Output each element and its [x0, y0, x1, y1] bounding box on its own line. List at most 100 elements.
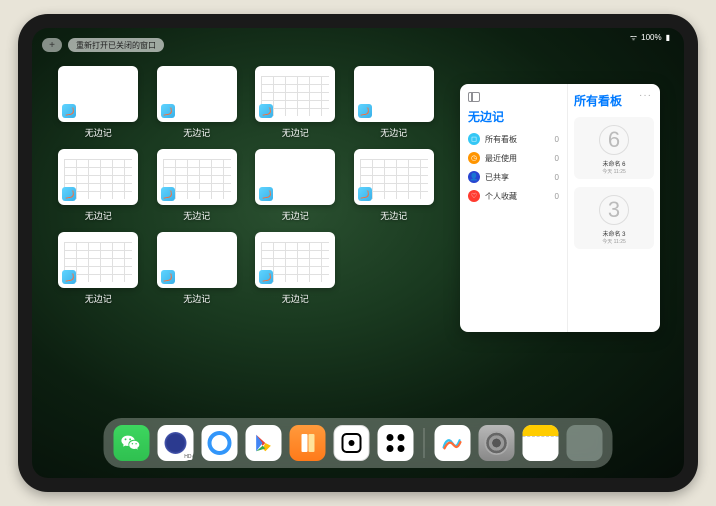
window-label: 无边记: [183, 126, 210, 139]
freeform-app-icon: [161, 104, 175, 118]
window-thumbnail: [58, 149, 138, 205]
dock-app-books[interactable]: [290, 425, 326, 461]
dock-app-wechat[interactable]: [114, 425, 150, 461]
dock-app-play[interactable]: [246, 425, 282, 461]
dock-app-dice[interactable]: [334, 425, 370, 461]
freeform-sidebar-panel: 无边记 ◻所有看板0◷最近使用0👤已共享0♡个人收藏0 ··· 所有看板 6未命…: [460, 84, 660, 332]
qqbrowser-icon: [208, 431, 232, 455]
window-thumbnail: [157, 232, 237, 288]
category-item-shared[interactable]: 👤 已共享 0: [468, 171, 559, 183]
dock-separator: [424, 428, 425, 458]
category-count: 0: [555, 192, 559, 201]
freeform-app-icon: [259, 270, 273, 284]
freeform-app-icon: [358, 104, 372, 118]
category-label: 最近使用: [485, 153, 517, 164]
panel-left: 无边记 ◻所有看板0◷最近使用0👤已共享0♡个人收藏0: [460, 84, 568, 332]
board-preview: 6: [599, 125, 629, 155]
window-label: 无边记: [85, 292, 112, 305]
dock: [104, 418, 613, 468]
ipad-frame: ᯤ 100% ▮ + 重新打开已关闭的窗口 无边记无边记无边记无边记无边记无边记…: [18, 14, 698, 492]
quark-icon: [165, 432, 187, 454]
category-label: 个人收藏: [485, 191, 517, 202]
expose-window[interactable]: 无边记: [56, 149, 141, 222]
dock-app-quark[interactable]: [158, 425, 194, 461]
window-label: 无边记: [380, 126, 407, 139]
expose-window[interactable]: 无边记: [253, 232, 338, 305]
board-date: 今天 11:25: [602, 168, 626, 175]
freeform-app-icon: [161, 187, 175, 201]
expose-window[interactable]: 无边记: [56, 66, 141, 139]
category-item-recent[interactable]: ◷最近使用0: [468, 152, 559, 164]
category-item-boards[interactable]: ◻所有看板0: [468, 133, 559, 145]
window-label: 无边记: [380, 209, 407, 222]
app-expose-grid: 无边记无边记无边记无边记无边记无边记无边记无边记无边记无边记无边记: [56, 66, 436, 305]
books-icon: [301, 434, 314, 452]
window-label: 无边记: [282, 292, 309, 305]
freeform-app-icon: [62, 104, 76, 118]
dock-app-settings[interactable]: [479, 425, 515, 461]
expose-window[interactable]: 无边记: [155, 149, 240, 222]
shared-icon: 👤: [468, 171, 480, 183]
window-thumbnail: [354, 66, 434, 122]
pattern-icon: [387, 434, 405, 452]
board-preview: 3: [599, 195, 629, 225]
reopen-closed-window-button[interactable]: 重新打开已关闭的窗口: [68, 38, 164, 52]
expose-window[interactable]: 无边记: [253, 149, 338, 222]
boards-icon: ◻: [468, 133, 480, 145]
expose-window[interactable]: 无边记: [253, 66, 338, 139]
dock-app-freeform[interactable]: [435, 425, 471, 461]
fav-icon: ♡: [468, 190, 480, 202]
window-thumbnail: [255, 232, 335, 288]
board-card[interactable]: 6 未命名 6今天 11:25: [574, 117, 654, 179]
category-count: 0: [555, 173, 559, 182]
dock-app-notes[interactable]: [523, 425, 559, 461]
dock-app-pattern[interactable]: [378, 425, 414, 461]
board-name: 未命名 3: [602, 229, 625, 238]
expose-window[interactable]: 无边记: [155, 232, 240, 305]
notes-icon: [523, 425, 559, 461]
panel-left-title: 无边记: [468, 108, 559, 125]
window-thumbnail: [58, 232, 138, 288]
expose-window[interactable]: 无边记: [352, 149, 437, 222]
window-label: 无边记: [183, 292, 210, 305]
expose-window[interactable]: 无边记: [352, 66, 437, 139]
recent-icon: ◷: [468, 152, 480, 164]
battery-icon: ▮: [666, 33, 670, 42]
play-icon: [253, 432, 275, 454]
top-controls: + 重新打开已关闭的窗口: [42, 38, 164, 52]
window-thumbnail: [255, 66, 335, 122]
dice-icon: [342, 433, 362, 453]
freeform-app-icon: [62, 270, 76, 284]
window-thumbnail: [255, 149, 335, 205]
sidebar-toggle-icon[interactable]: [468, 92, 480, 102]
window-label: 无边记: [85, 126, 112, 139]
dock-app-qqbrowser[interactable]: [202, 425, 238, 461]
category-item-fav[interactable]: ♡ 个人收藏 0: [468, 190, 559, 202]
window-label: 无边记: [183, 209, 210, 222]
window-label: 无边记: [85, 209, 112, 222]
category-list: ◻所有看板0◷最近使用0👤已共享0♡个人收藏0: [468, 133, 559, 202]
board-card[interactable]: 3 未命名 3今天 11:25: [574, 187, 654, 249]
boards-list: 6未命名 6今天 11:253未命名 3今天 11:25: [574, 117, 654, 249]
dock-app-folder[interactable]: [567, 425, 603, 461]
expose-window[interactable]: 无边记: [155, 66, 240, 139]
add-window-button[interactable]: +: [42, 38, 62, 52]
signal-icon: ᯤ: [630, 32, 637, 43]
board-date: 今天 11:25: [602, 238, 626, 245]
board-name: 未命名 6: [602, 159, 625, 168]
panel-right: ··· 所有看板 6未命名 6今天 11:253未命名 3今天 11:25: [568, 84, 660, 332]
wechat-icon: [121, 432, 143, 454]
category-label: 所有看板: [485, 134, 517, 145]
status-bar: ᯤ 100% ▮: [630, 32, 670, 43]
window-thumbnail: [58, 66, 138, 122]
window-thumbnail: [157, 149, 237, 205]
freeform-icon: [442, 435, 464, 451]
window-thumbnail: [157, 66, 237, 122]
gear-icon: [485, 431, 509, 455]
freeform-app-icon: [62, 187, 76, 201]
expose-window[interactable]: 无边记: [56, 232, 141, 305]
category-label: 已共享: [485, 172, 509, 183]
battery-text: 100%: [641, 33, 661, 42]
panel-more-button[interactable]: ···: [639, 90, 652, 101]
window-thumbnail: [354, 149, 434, 205]
